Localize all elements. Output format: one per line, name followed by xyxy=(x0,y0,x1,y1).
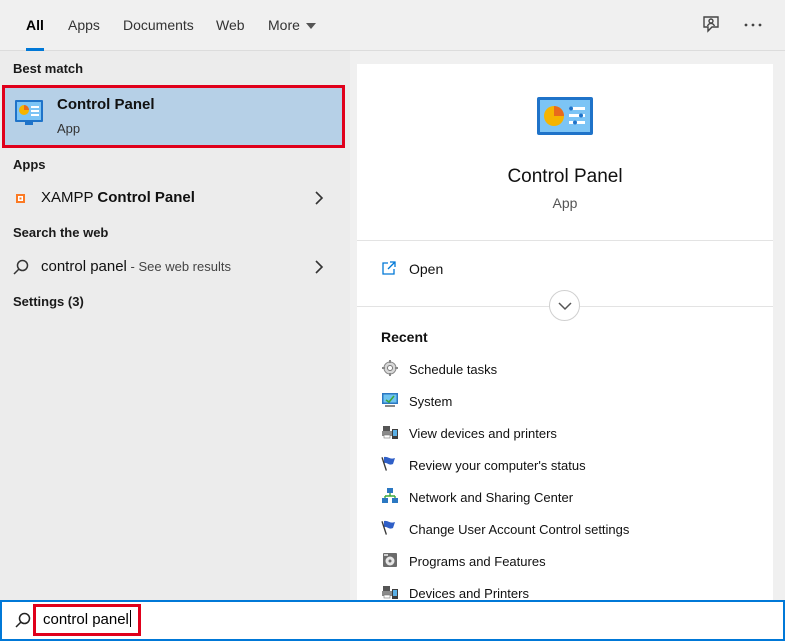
network-icon xyxy=(382,488,398,503)
chevron-down-icon xyxy=(305,23,316,30)
recent-item-system[interactable]: System xyxy=(357,387,773,417)
best-match-title: Control Panel xyxy=(57,96,155,113)
recent-item-label: Schedule tasks xyxy=(409,362,498,377)
best-match-heading: Best match xyxy=(13,61,84,76)
recent-item-schedule-tasks[interactable]: Schedule tasks xyxy=(357,355,773,385)
search-input-value: control panel xyxy=(43,611,129,628)
open-icon xyxy=(382,261,396,275)
search-icon xyxy=(13,259,29,275)
apps-item-prefix: XAMPP xyxy=(41,189,94,206)
recent-item-network-sharing[interactable]: Network and Sharing Center xyxy=(357,483,773,513)
recent-item-uac-settings[interactable]: Change User Account Control settings xyxy=(357,515,773,545)
devices-printers-icon xyxy=(382,426,398,439)
settings-heading[interactable]: Settings (3) xyxy=(13,294,84,309)
tab-all[interactable]: All xyxy=(26,0,44,51)
preview-pane: Control Panel App Open Recent Schedule t… xyxy=(357,64,773,601)
results-pane: Best match Control Panel App Apps XAMPP … xyxy=(0,51,350,600)
recent-item-view-devices[interactable]: View devices and printers xyxy=(357,419,773,449)
recent-item-label: Network and Sharing Center xyxy=(409,490,574,505)
tab-more[interactable]: More xyxy=(268,0,316,51)
recent-item-label: View devices and printers xyxy=(409,426,557,441)
recent-item-label: Change User Account Control settings xyxy=(409,522,630,537)
more-options-icon[interactable] xyxy=(741,13,765,37)
tab-documents[interactable]: Documents xyxy=(123,0,194,51)
devices-printers-icon xyxy=(382,586,398,599)
apps-item-xampp[interactable]: XAMPP Control Panel xyxy=(0,181,350,215)
tab-apps[interactable]: Apps xyxy=(68,0,100,51)
best-match-control-panel[interactable]: Control Panel App xyxy=(4,86,343,146)
control-panel-icon xyxy=(15,100,43,125)
recent-item-review-status[interactable]: Review your computer's status xyxy=(357,451,773,481)
programs-icon xyxy=(383,553,397,567)
search-input[interactable]: control panel xyxy=(33,604,141,636)
preview-title: Control Panel xyxy=(507,166,623,187)
feedback-icon[interactable] xyxy=(699,13,723,37)
flag-icon xyxy=(381,456,395,471)
web-result-hint: - See web results xyxy=(126,259,231,274)
recent-item-label: System xyxy=(409,394,453,409)
recent-item-label: Review your computer's status xyxy=(409,458,586,473)
apps-item-label: XAMPP Control Panel xyxy=(41,189,195,206)
recent-item-label: Devices and Printers xyxy=(409,586,529,601)
text-cursor xyxy=(129,610,131,627)
schedule-tasks-icon xyxy=(382,360,398,376)
apps-heading: Apps xyxy=(13,157,46,172)
flag-icon xyxy=(381,520,395,535)
apps-item-match: Control Panel xyxy=(97,189,195,206)
recent-item-label: Programs and Features xyxy=(409,554,546,569)
divider xyxy=(357,240,773,241)
expand-button[interactable] xyxy=(549,290,580,321)
tab-web[interactable]: Web xyxy=(216,0,245,51)
web-result-item[interactable]: control panel - See web results xyxy=(0,250,350,284)
preview-subtitle: App xyxy=(552,195,578,211)
chevron-right-icon[interactable] xyxy=(314,190,324,206)
best-match-subtitle: App xyxy=(57,121,81,136)
open-action[interactable]: Open xyxy=(357,254,773,286)
chevron-down-icon xyxy=(558,302,572,311)
search-icon xyxy=(15,612,31,628)
recent-item-programs-features[interactable]: Programs and Features xyxy=(357,547,773,577)
xampp-icon xyxy=(16,194,25,203)
search-web-heading: Search the web xyxy=(13,225,109,240)
web-result-label: control panel - See web results xyxy=(41,258,231,275)
recent-heading: Recent xyxy=(381,329,428,345)
chevron-right-icon[interactable] xyxy=(314,259,324,275)
tab-more-label: More xyxy=(268,17,300,33)
search-bar[interactable]: control panel xyxy=(0,600,785,641)
system-monitor-icon xyxy=(382,393,398,407)
control-panel-icon xyxy=(537,97,593,135)
search-tabs-bar: All Apps Documents Web More xyxy=(0,0,785,51)
open-label: Open xyxy=(409,261,444,277)
web-result-query: control panel xyxy=(41,258,127,275)
